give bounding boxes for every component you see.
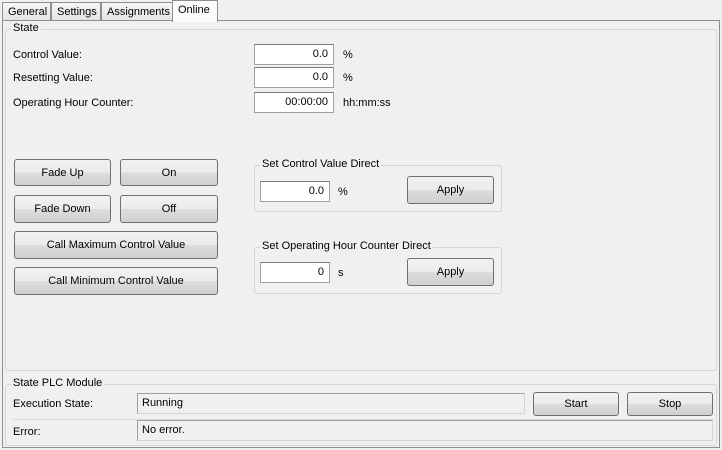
state-plc-module-legend: State PLC Module [11, 377, 105, 389]
error-label: Error: [13, 426, 41, 438]
set-hour-counter-unit: s [338, 267, 344, 279]
tab-assignments[interactable]: Assignments [101, 2, 173, 21]
control-value-unit: % [343, 49, 353, 61]
execution-state-value: Running [137, 393, 525, 414]
apply-hour-counter-button[interactable]: Apply [407, 258, 494, 286]
call-min-control-value-button[interactable]: Call Minimum Control Value [14, 267, 218, 295]
state-group-legend: State [11, 22, 41, 34]
operating-hour-label: Operating Hour Counter: [13, 97, 134, 109]
set-control-value-input[interactable]: 0.0 [260, 181, 330, 202]
set-hour-counter-legend: Set Operating Hour Counter Direct [260, 240, 433, 252]
resetting-value-label: Resetting Value: [13, 72, 93, 84]
tab-settings[interactable]: Settings [51, 2, 101, 21]
execution-state-label: Execution State: [13, 398, 94, 410]
start-button[interactable]: Start [533, 392, 619, 416]
apply-control-value-button[interactable]: Apply [407, 176, 494, 204]
set-hour-counter-input[interactable]: 0 [260, 262, 330, 283]
control-value-field[interactable]: 0.0 [254, 44, 334, 65]
fade-down-button[interactable]: Fade Down [14, 195, 111, 223]
stop-button[interactable]: Stop [627, 392, 713, 416]
call-max-control-value-button[interactable]: Call Maximum Control Value [14, 231, 218, 259]
off-button[interactable]: Off [120, 195, 218, 223]
set-control-value-legend: Set Control Value Direct [260, 158, 382, 170]
on-button[interactable]: On [120, 159, 218, 186]
control-value-label: Control Value: [13, 49, 82, 61]
resetting-value-field[interactable]: 0.0 [254, 67, 334, 88]
operating-hour-field[interactable]: 00:00:00 [254, 92, 334, 113]
tab-label: Assignments [107, 6, 170, 18]
operating-hour-unit: hh:mm:ss [343, 97, 391, 109]
tab-label: Online [178, 4, 210, 16]
resetting-value-unit: % [343, 72, 353, 84]
tab-general[interactable]: General [2, 2, 51, 21]
tab-label: General [8, 6, 48, 18]
fade-up-button[interactable]: Fade Up [14, 159, 111, 186]
tab-label: Settings [57, 6, 97, 18]
set-control-value-unit: % [338, 186, 348, 198]
error-value: No error. [137, 420, 713, 441]
tab-online[interactable]: Online [172, 0, 218, 22]
